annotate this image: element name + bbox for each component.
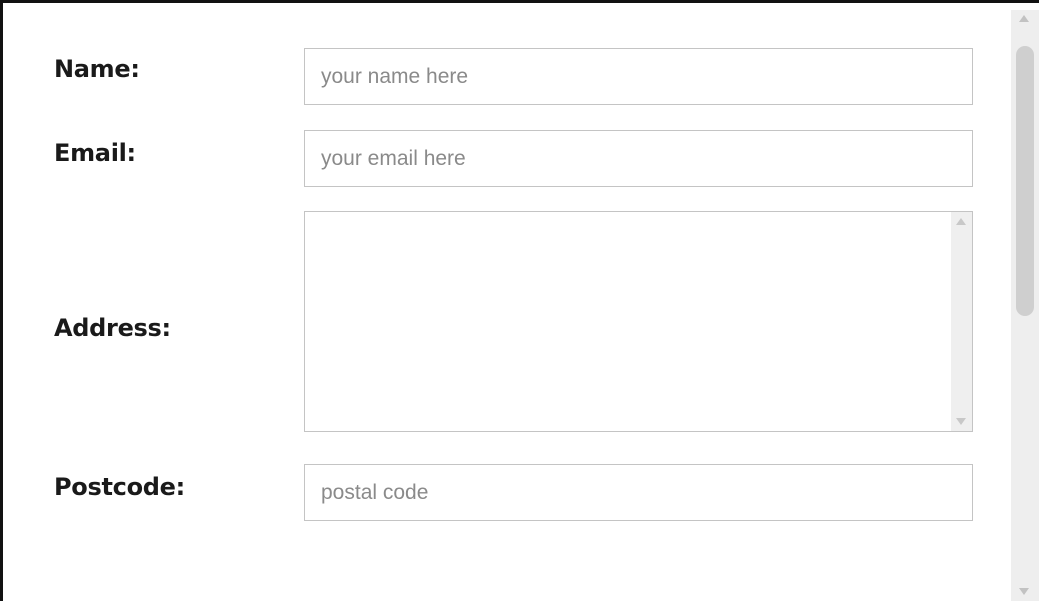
postcode-label: Postcode: [54,473,185,501]
address-field [304,211,973,432]
postcode-input[interactable] [304,464,973,521]
name-input[interactable] [304,48,973,105]
scroll-up-icon[interactable] [956,218,966,225]
name-label: Name: [54,55,140,83]
page-scrollbar[interactable] [1011,10,1039,601]
address-scrollbar[interactable] [951,212,972,431]
scroll-down-icon[interactable] [956,418,966,425]
form-frame: Name: Email: Address: Postcode: [0,0,1039,601]
address-textarea[interactable] [305,212,951,431]
scroll-up-icon[interactable] [1019,15,1029,22]
address-label: Address: [54,314,171,342]
scrollbar-thumb[interactable] [1016,46,1034,316]
email-label: Email: [54,139,136,167]
email-input[interactable] [304,130,973,187]
scroll-down-icon[interactable] [1019,588,1029,595]
